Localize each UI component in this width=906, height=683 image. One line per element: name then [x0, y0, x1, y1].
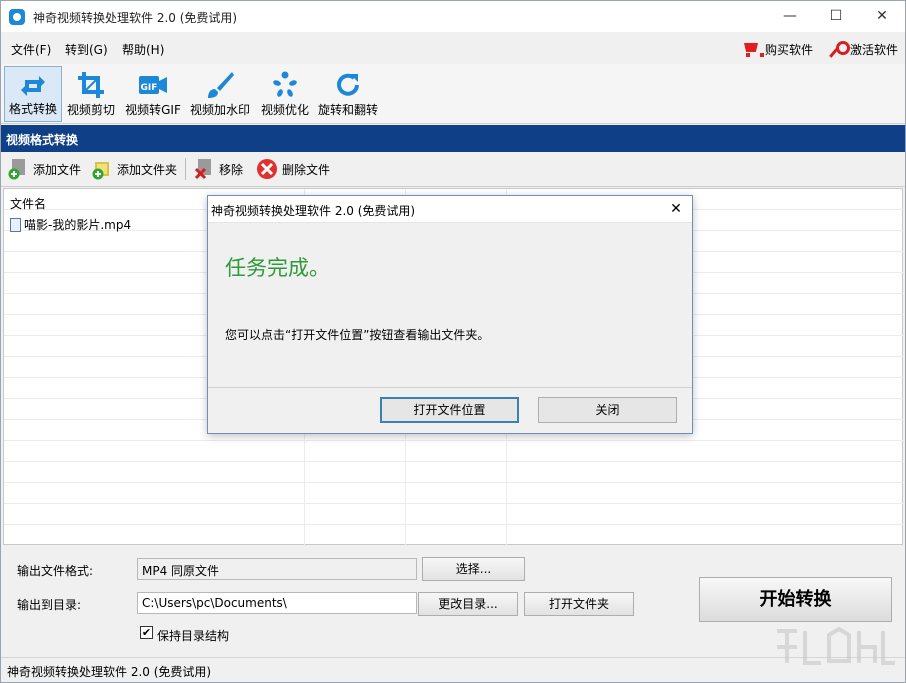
- tool-label: 视频加水印: [189, 103, 250, 117]
- buy-software-button[interactable]: 购买软件: [741, 38, 813, 60]
- toolbar-separator: [185, 158, 186, 180]
- key-icon: [828, 40, 850, 58]
- rotate-icon: [337, 73, 359, 96]
- brush-icon: [208, 72, 234, 98]
- change-dir-button[interactable]: 更改目录...: [418, 592, 518, 616]
- add-file-icon: [8, 159, 25, 180]
- menu-help[interactable]: 帮助(H): [122, 41, 164, 58]
- grid-line: [4, 482, 904, 483]
- keep-structure-label: 保持目录结构: [157, 629, 230, 643]
- activate-software-label: 激活软件: [850, 42, 899, 57]
- dialog-close-button[interactable]: 关闭: [538, 397, 677, 423]
- shopping-cart-icon: [741, 40, 764, 58]
- convert-icon: [21, 76, 45, 96]
- gif-icon: GIF: [139, 76, 167, 94]
- tool-format-convert[interactable]: 格式转换: [4, 66, 62, 122]
- menu-bar: 文件(F) 转到(G) 帮助(H) 购买软件 激活软件: [1, 32, 905, 64]
- dialog-message: 您可以点击“打开文件位置”按钮查看输出文件夹。: [225, 328, 490, 342]
- dialog-title-bar: 神奇视频转换处理软件 2.0 (免费试用) ✕: [208, 196, 692, 222]
- tool-video-watermark[interactable]: 视频加水印: [187, 66, 253, 122]
- output-settings: 输出文件格式: MP4 同原文件 选择... 输出到目录: C:\Users\p…: [1, 546, 905, 656]
- tool-label: 视频转GIF: [125, 103, 181, 117]
- remove-button[interactable]: 移除: [193, 157, 243, 181]
- tool-label: 旋转和翻转: [317, 103, 378, 117]
- add-file-button[interactable]: 添加文件: [7, 157, 81, 181]
- tool-bar: 格式转换 视频剪切 GIF 视频转GIF 视频加水印 视频优化 旋转和翻转: [1, 64, 905, 124]
- column-header-filename[interactable]: 文件名: [10, 195, 46, 212]
- optimize-icon: [273, 71, 297, 97]
- minimize-button[interactable]: —: [767, 1, 813, 32]
- file-name: 喵影-我的影片.mp4: [24, 218, 132, 232]
- start-convert-button[interactable]: 开始转换: [699, 577, 892, 622]
- output-format-field: MP4 同原文件: [137, 558, 417, 580]
- video-file-icon: [10, 217, 21, 232]
- grid-line: [4, 524, 904, 525]
- section-title: 视频格式转换: [1, 125, 905, 152]
- remove-icon: [194, 159, 211, 180]
- add-folder-button[interactable]: 添加文件夹: [91, 157, 177, 181]
- add-file-label: 添加文件: [33, 162, 82, 177]
- tool-video-cut[interactable]: 视频剪切: [64, 66, 118, 122]
- dialog-close-icon[interactable]: ✕: [666, 199, 686, 219]
- menu-goto[interactable]: 转到(G): [65, 41, 108, 58]
- dialog-title: 神奇视频转换处理软件 2.0 (免费试用): [211, 204, 416, 218]
- grid-line: [4, 503, 904, 504]
- buy-software-label: 购买软件: [765, 42, 814, 57]
- tool-label: 视频优化: [260, 103, 309, 117]
- open-folder-button[interactable]: 打开文件夹: [524, 592, 634, 616]
- keep-structure-checkbox[interactable]: ✔: [140, 626, 153, 639]
- dialog-body: 任务完成。 您可以点击“打开文件位置”按钮查看输出文件夹。: [208, 222, 692, 387]
- tool-video-optimize[interactable]: 视频优化: [257, 66, 313, 122]
- tool-rotate-flip[interactable]: 旋转和翻转: [315, 66, 381, 122]
- window-title: 神奇视频转换处理软件 2.0 (免费试用): [33, 11, 238, 25]
- title-bar: 神奇视频转换处理软件 2.0 (免费试用) — ☐ ✕: [1, 1, 905, 32]
- grid-line: [4, 440, 904, 441]
- open-location-button[interactable]: 打开文件位置: [380, 397, 519, 423]
- watermark-icon: [777, 626, 895, 665]
- crop-icon: [78, 72, 104, 98]
- remove-label: 移除: [219, 162, 244, 177]
- output-dir-label: 输出到目录:: [17, 598, 82, 612]
- file-action-bar: 添加文件 添加文件夹 移除 删除文件: [1, 152, 905, 187]
- activate-software-button[interactable]: 激活软件: [828, 38, 898, 60]
- dialog-heading: 任务完成。: [225, 256, 330, 280]
- list-item[interactable]: 喵影-我的影片.mp4: [10, 216, 131, 233]
- add-folder-icon: [92, 162, 109, 180]
- delete-file-label: 删除文件: [282, 162, 331, 177]
- task-complete-dialog: 神奇视频转换处理软件 2.0 (免费试用) ✕ 任务完成。 您可以点击“打开文件…: [207, 195, 693, 434]
- watermark-logo: [771, 621, 901, 673]
- grid-line: [4, 461, 904, 462]
- app-logo-icon: [9, 9, 25, 25]
- add-folder-label: 添加文件夹: [117, 162, 178, 177]
- delete-icon: [257, 159, 277, 179]
- gif-icon-text: GIF: [141, 83, 158, 93]
- status-bar: 神奇视频转换处理软件 2.0 (免费试用): [1, 657, 905, 682]
- tool-label: 视频剪切: [66, 103, 115, 117]
- tool-video-to-gif[interactable]: GIF 视频转GIF: [122, 66, 184, 122]
- menu-file[interactable]: 文件(F): [11, 41, 51, 58]
- main-window: 神奇视频转换处理软件 2.0 (免费试用) — ☐ ✕ 文件(F) 转到(G) …: [0, 0, 906, 683]
- delete-file-button[interactable]: 删除文件: [256, 157, 330, 181]
- maximize-button[interactable]: ☐: [813, 1, 859, 32]
- output-format-label: 输出文件格式:: [17, 564, 94, 578]
- tool-label: 格式转换: [8, 102, 57, 116]
- dialog-footer: 打开文件位置 关闭: [208, 387, 692, 433]
- close-window-button[interactable]: ✕: [859, 1, 905, 32]
- choose-format-button[interactable]: 选择...: [422, 557, 525, 581]
- output-dir-field[interactable]: C:\Users\pc\Documents\: [137, 592, 417, 614]
